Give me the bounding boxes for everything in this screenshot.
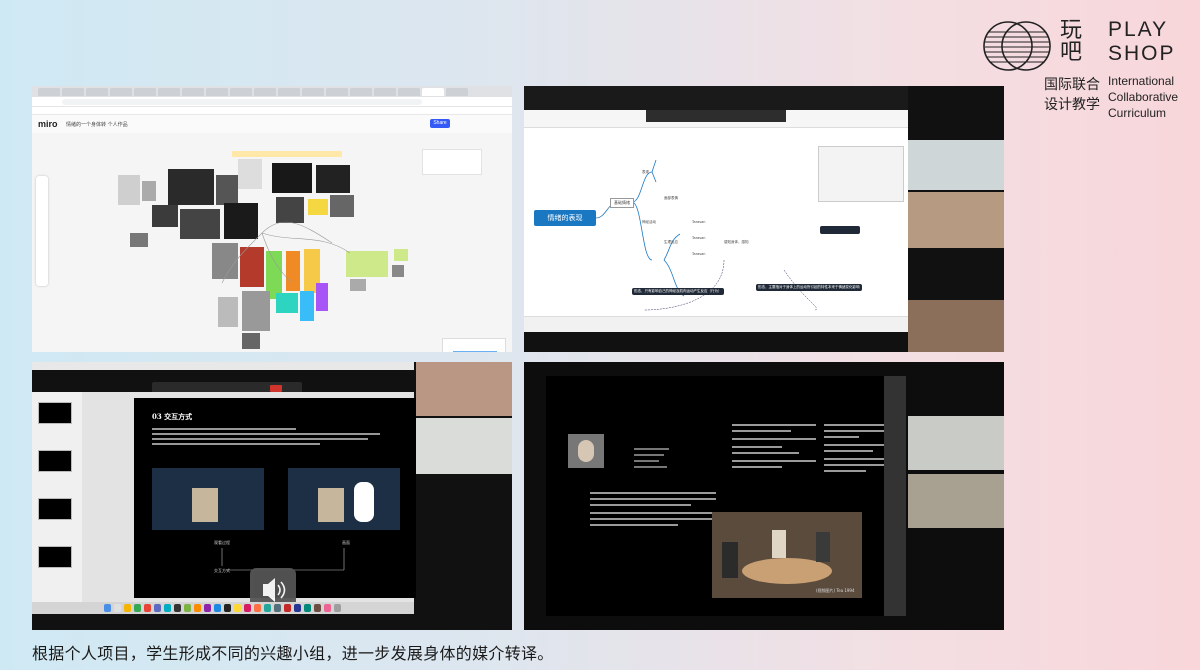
branch-2[interactable]: 面部表情 bbox=[664, 196, 678, 201]
miro-logo: miro bbox=[38, 119, 58, 129]
mac-dock[interactable] bbox=[32, 602, 414, 614]
bookmarks-bar bbox=[32, 107, 512, 115]
slide-canvas[interactable]: 03 交互方式 观看过程 画面 交互方式 bbox=[82, 392, 418, 612]
miro-toolbar[interactable] bbox=[36, 176, 48, 286]
participant-video-1[interactable] bbox=[908, 416, 1004, 470]
participant-video-2[interactable] bbox=[908, 474, 1004, 528]
node-tag-1[interactable]: Tarasan bbox=[692, 220, 782, 224]
participant-video-column bbox=[908, 86, 1004, 352]
logo-en-curriculum: Curriculum bbox=[1108, 106, 1167, 120]
miro-minimap[interactable] bbox=[442, 338, 506, 352]
logo-cn-line1: 国际联合 bbox=[1044, 77, 1100, 93]
document-screenshare: (视频图片) Tea 1994 bbox=[524, 362, 1004, 630]
share-button[interactable]: Share bbox=[430, 119, 450, 128]
address-bar[interactable] bbox=[32, 97, 512, 107]
node-tag-3[interactable]: Tarasan bbox=[692, 252, 782, 256]
mac-menubar[interactable] bbox=[32, 362, 414, 370]
annotation-note-3[interactable] bbox=[820, 226, 860, 234]
logo-en-play: PLAY bbox=[1108, 18, 1169, 41]
logo-en-shop: SHOP bbox=[1108, 42, 1176, 65]
mindmap-window[interactable]: 情绪的表现 基础情绪 表现 面部表情 神经活动 生理反应 Tarasan Tar… bbox=[524, 110, 908, 332]
dinner-scene-video[interactable]: (视频图片) Tea 1994 bbox=[712, 512, 862, 598]
annotation-note-2[interactable]: 形态，主要指对于身体上的运动所引起的特性本来于情绪变化影响 bbox=[756, 284, 862, 291]
logo-cn-line2: 设计教学 bbox=[1044, 97, 1100, 113]
participant-video-column bbox=[416, 362, 512, 628]
slide-navigator[interactable] bbox=[32, 392, 82, 602]
bio-text bbox=[634, 448, 684, 472]
mindmap-screenshare: 情绪的表现 基础情绪 表现 面部表情 神经活动 生理反应 Tarasan Tar… bbox=[524, 86, 1004, 352]
participant-video-2[interactable] bbox=[908, 192, 1004, 248]
video-preview-popup[interactable] bbox=[818, 146, 904, 202]
page-edge bbox=[884, 376, 906, 616]
participant-video-column bbox=[908, 362, 1004, 628]
video-caption: (视频图片) Tea 1994 bbox=[816, 588, 855, 593]
participant-video-1[interactable] bbox=[908, 140, 1004, 190]
circles-logo-icon bbox=[983, 21, 1051, 71]
participant-video-2[interactable] bbox=[416, 418, 512, 474]
board-title[interactable]: 情绪的一个身体转 个人作品 bbox=[66, 121, 128, 128]
branch-main[interactable]: 基础情绪 bbox=[610, 198, 634, 208]
branch-1[interactable]: 表现 bbox=[642, 170, 649, 175]
middle-column-text bbox=[732, 424, 816, 472]
playshop-logo: 玩吧 国际联合 设计教学 PLAY SHOP International Col… bbox=[982, 18, 1192, 128]
presentation-screenshare: 03 交互方式 观看过程 画面 交互方式 bbox=[32, 362, 512, 630]
participant-video-1[interactable] bbox=[416, 362, 512, 416]
miro-board-canvas[interactable] bbox=[32, 133, 512, 352]
logo-en-collaborative: Collaborative bbox=[1108, 90, 1179, 104]
node-text[interactable]: 感知身体，感知 bbox=[724, 240, 834, 245]
branch-4[interactable]: 生理反应 bbox=[664, 240, 678, 245]
logo-en-international: International bbox=[1108, 74, 1175, 88]
windows-taskbar[interactable] bbox=[524, 316, 908, 332]
central-topic[interactable]: 情绪的表现 bbox=[534, 210, 596, 226]
branch-3[interactable]: 神经活动 bbox=[642, 220, 656, 225]
left-column-text bbox=[590, 492, 716, 530]
miro-screenshare: miro 情绪的一个身体转 个人作品 Share bbox=[32, 86, 512, 352]
participant-video-3[interactable] bbox=[908, 300, 1004, 352]
logo-cn-top: 玩吧 bbox=[1060, 18, 1083, 65]
page-caption: 根据个人项目，学生形成不同的兴趣小组，进一步发展身体的媒介转译。 bbox=[32, 644, 554, 663]
miro-topbar: miro 情绪的一个身体转 个人作品 Share bbox=[32, 115, 512, 133]
annotation-note-1[interactable]: 形态，只有影响自己的神经及肌肉运动产生反应（行为） bbox=[632, 288, 724, 295]
browser-tabbar[interactable] bbox=[32, 86, 512, 97]
portrait-photo bbox=[568, 434, 604, 468]
